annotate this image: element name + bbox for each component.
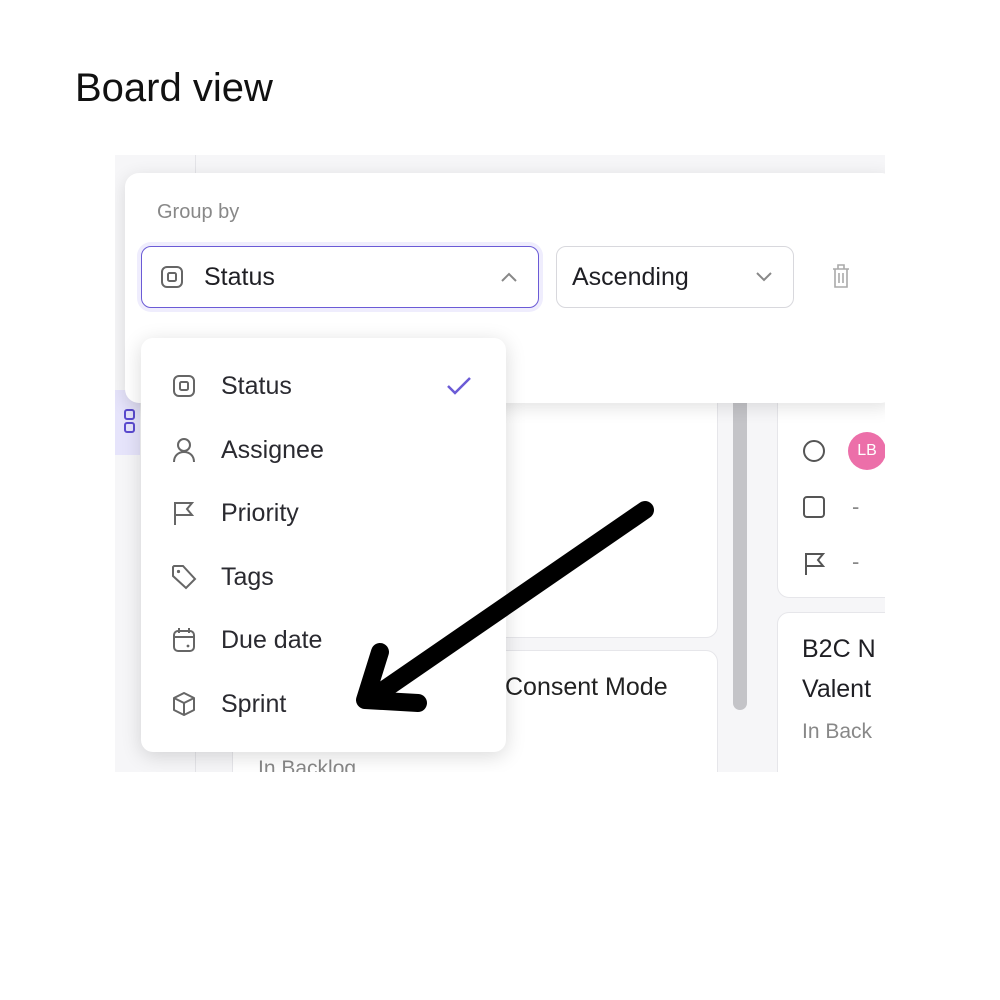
annotation-arrow-icon (356, 501, 654, 712)
